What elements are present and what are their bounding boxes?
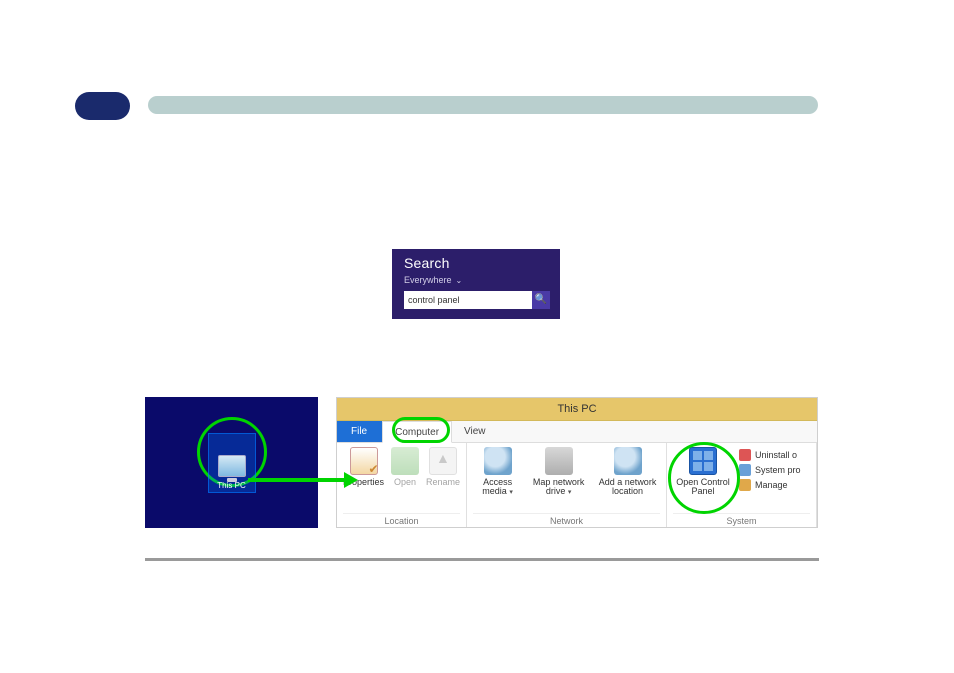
rename-button[interactable]: Rename	[426, 445, 460, 513]
access-media-button[interactable]: Access media ▾	[473, 445, 522, 513]
explorer-window: This PC File Computer View Properties Op…	[336, 397, 818, 528]
add-network-label: Add a network location	[595, 478, 660, 497]
control-panel-icon	[689, 447, 717, 475]
add-network-location-button[interactable]: Add a network location	[595, 445, 660, 513]
desktop-area: This PC	[145, 397, 318, 528]
search-input[interactable]	[404, 291, 532, 309]
ribbon-group-system: Open Control Panel Uninstall o System pr…	[667, 443, 817, 528]
divider	[145, 558, 819, 561]
section-badge	[75, 92, 130, 120]
ribbon-tabs: File Computer View	[337, 421, 817, 443]
search-icon: 🔍	[535, 295, 547, 305]
dropdown-icon: ▾	[568, 489, 572, 496]
map-drive-icon	[545, 447, 573, 475]
chevron-down-icon: ⌄	[456, 276, 463, 285]
tab-view[interactable]: View	[452, 421, 499, 442]
add-network-icon	[614, 447, 642, 475]
access-media-label: Access media	[482, 477, 512, 496]
system-properties-label: System pro	[755, 465, 801, 475]
rename-label: Rename	[426, 478, 460, 487]
open-label: Open	[390, 478, 420, 487]
group-label: Location	[343, 513, 460, 528]
system-icon	[739, 464, 751, 476]
search-button[interactable]: 🔍	[532, 291, 550, 309]
computer-icon	[218, 455, 246, 477]
map-drive-label: Map network drive	[533, 477, 585, 496]
properties-button[interactable]: Properties	[343, 445, 384, 513]
open-control-panel-button[interactable]: Open Control Panel	[673, 445, 733, 513]
manage-label: Manage	[755, 480, 788, 490]
properties-label: Properties	[343, 478, 384, 487]
open-control-panel-label: Open Control Panel	[673, 478, 733, 497]
group-label: System	[673, 513, 810, 528]
tab-file[interactable]: File	[337, 421, 382, 442]
this-pc-label: This PC	[217, 481, 245, 490]
system-properties-button[interactable]: System pro	[739, 464, 801, 476]
uninstall-program-button[interactable]: Uninstall o	[739, 449, 801, 461]
properties-icon	[350, 447, 378, 475]
media-icon	[484, 447, 512, 475]
ribbon-group-location: Properties Open Rename Location	[337, 443, 467, 528]
search-scope-selector[interactable]: Everywhere ⌄	[404, 275, 550, 285]
open-icon	[391, 447, 419, 475]
dropdown-icon: ▾	[509, 489, 513, 496]
manage-icon	[739, 479, 751, 491]
window-title: This PC	[337, 398, 817, 421]
open-button[interactable]: Open	[390, 445, 420, 513]
rename-icon	[429, 447, 457, 475]
section-heading-bar	[148, 96, 818, 114]
ribbon-group-network: Access media ▾ Map network drive ▾ Add a…	[467, 443, 667, 528]
this-pc-shortcut[interactable]: This PC	[208, 433, 256, 493]
uninstall-label: Uninstall o	[755, 450, 797, 460]
group-label: Network	[473, 513, 660, 528]
uninstall-icon	[739, 449, 751, 461]
manage-button[interactable]: Manage	[739, 479, 801, 491]
tab-computer[interactable]: Computer	[382, 421, 452, 443]
search-charm-panel: Search Everywhere ⌄ 🔍	[392, 249, 560, 319]
search-title: Search	[404, 255, 550, 271]
map-drive-button[interactable]: Map network drive ▾	[528, 445, 589, 513]
search-scope-label: Everywhere	[404, 275, 452, 285]
